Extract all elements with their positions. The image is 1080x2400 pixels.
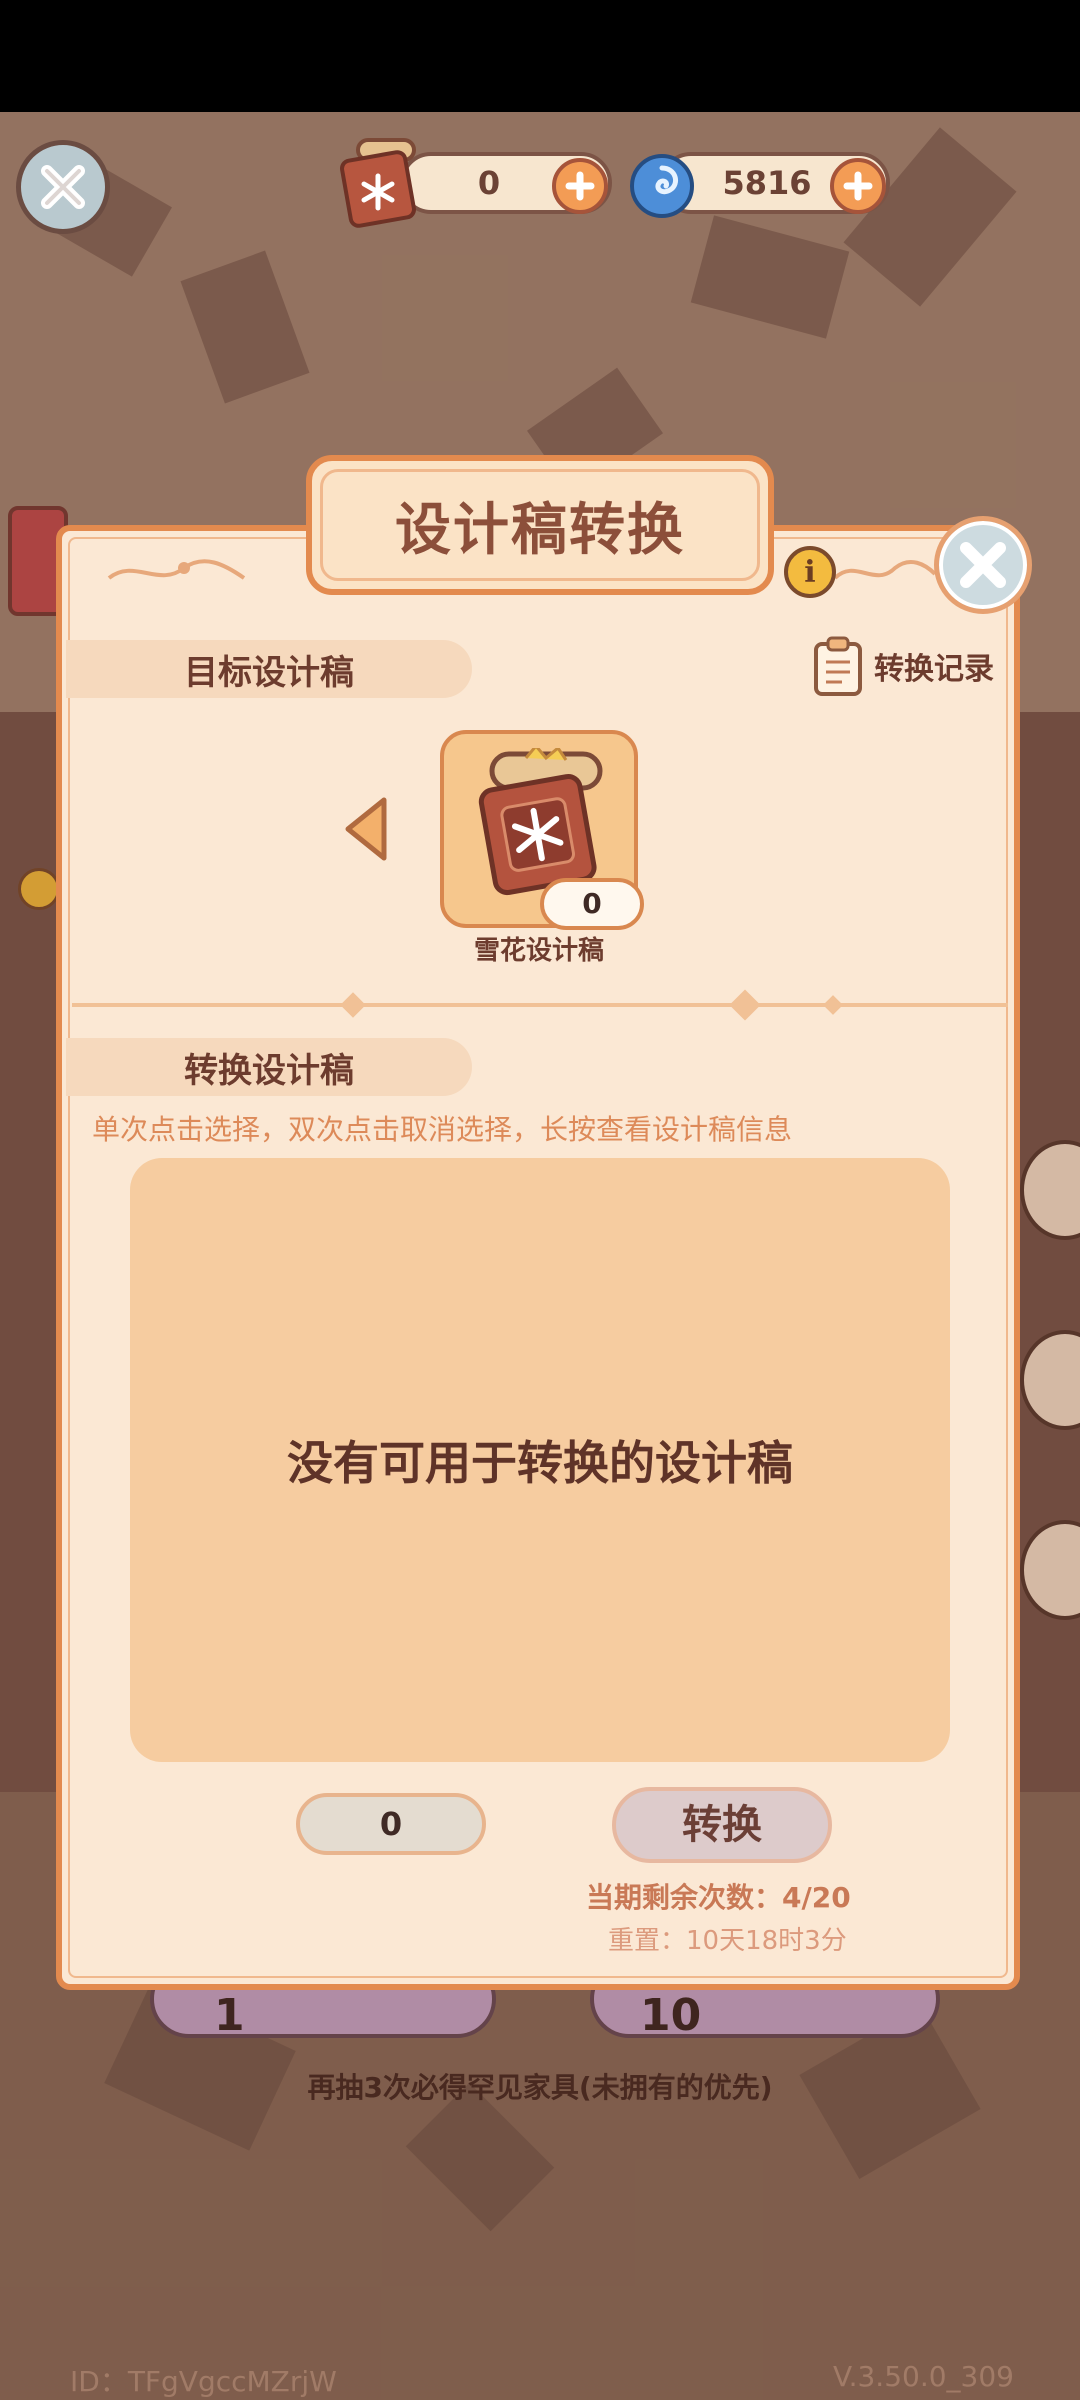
add-scroll-button[interactable] xyxy=(552,158,608,214)
target-design-card[interactable]: 0 xyxy=(440,730,644,930)
clipboard-icon xyxy=(814,636,862,696)
snowflake-scroll-icon xyxy=(478,748,603,896)
item-name: 雪花设计稿 xyxy=(473,936,604,966)
swirl-icon xyxy=(630,154,694,218)
convert-section-label: 转换设计稿 xyxy=(66,1038,472,1096)
record-label: 转换记录 xyxy=(874,652,994,687)
close-icon xyxy=(41,165,85,209)
selected-count: 0 xyxy=(296,1793,486,1855)
remaining-count: 当期剩余次数：4/20 xyxy=(586,1881,851,1914)
source-design-grid: 没有可用于转换的设计稿 xyxy=(130,1158,950,1762)
flourish-ornament xyxy=(107,559,246,580)
section-divider xyxy=(72,1003,1008,1007)
convert-record-button[interactable]: 转换记录 xyxy=(812,636,994,696)
selection-hint: 单次点击选择，双次点击取消选择，长按查看设计稿信息 xyxy=(92,1113,793,1146)
dialog-title-plaque: 设计稿转换 xyxy=(306,455,774,595)
status-bar xyxy=(0,0,1080,112)
design-scroll-icon xyxy=(340,138,416,228)
close-dialog-button[interactable] xyxy=(934,516,1032,614)
close-icon xyxy=(960,542,1006,588)
convert-button[interactable]: 转换 xyxy=(612,1787,832,1863)
swirl-count: 5816 xyxy=(722,164,812,202)
plus-icon xyxy=(843,171,873,201)
plus-icon xyxy=(565,171,595,201)
reset-timer: 重置：10天18时3分 xyxy=(608,1926,847,1956)
close-page-button[interactable] xyxy=(16,140,110,234)
scroll-currency: 0 xyxy=(400,152,612,214)
info-button[interactable]: i xyxy=(784,546,836,598)
flourish-ornament xyxy=(833,559,937,580)
scroll-count: 0 xyxy=(477,164,501,202)
item-count: 0 xyxy=(540,878,644,930)
target-section-label: 目标设计稿 xyxy=(66,640,472,698)
add-swirl-button[interactable] xyxy=(830,158,886,214)
dialog-title: 设计稿转换 xyxy=(395,497,685,563)
empty-message: 没有可用于转换的设计稿 xyxy=(287,1436,793,1490)
prev-arrow-icon[interactable] xyxy=(342,794,390,864)
